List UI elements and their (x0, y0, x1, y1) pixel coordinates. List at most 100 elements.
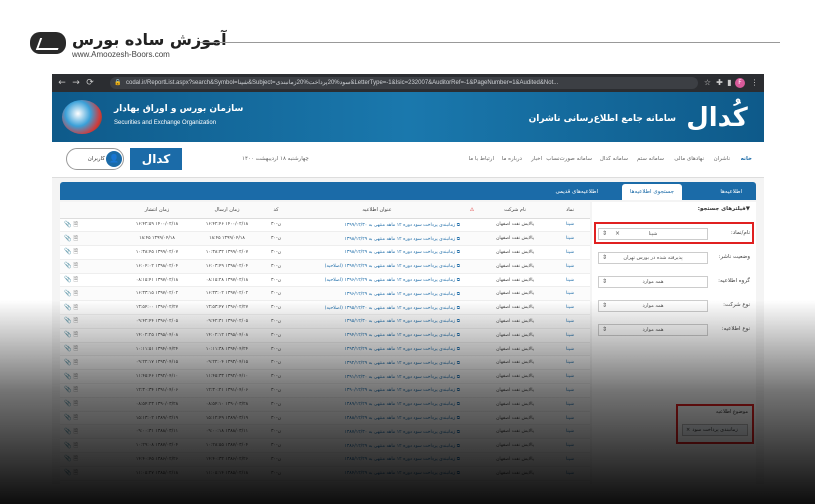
table-row[interactable]: شپنا پالایش نفت اصفهان ⧉ زمانبندی پرداخت س… (60, 424, 590, 440)
row-title-link[interactable]: ⧉ زمانبندی پرداخت سود دوره ۱۲ ماهه منتهی… (290, 328, 464, 343)
row-symbol[interactable]: شپنا (550, 397, 590, 412)
pdf-icon[interactable]: 🗎 (73, 442, 78, 449)
row-symbol[interactable]: شپنا (550, 383, 590, 398)
attachment-icon[interactable]: 📎 (64, 331, 71, 338)
row-title-link[interactable]: ⧉ زمانبندی پرداخت سود دوره ۱۲ ماهه منتهی… (290, 245, 464, 260)
row-title-link[interactable]: ⧉ زمانبندی پرداخت سود دوره ۱۲ ماهه منتهی… (290, 342, 464, 357)
row-title-link[interactable]: ⧉ زمانبندی پرداخت سود دوره ۱۲ ماهه منتهی… (290, 369, 464, 385)
pdf-icon[interactable]: 🗎 (73, 276, 78, 283)
tab-old-announcements[interactable]: اطلاعیه‌های قدیمی (547, 184, 606, 200)
row-title-link[interactable]: ⧉ زمانبندی پرداخت سود دوره ۱۲ ماهه منتهی… (290, 383, 464, 398)
letter-type-select[interactable]: ⇕ همه موارد (598, 324, 708, 336)
nav-contact[interactable]: ارتباط با ما (469, 156, 494, 162)
row-symbol[interactable]: شپنا (550, 314, 590, 329)
attachment-icon[interactable]: 📎 (64, 400, 71, 407)
row-symbol[interactable]: شپنا (550, 300, 590, 316)
table-row[interactable]: شپنا پالایش نفت اصفهان ⧉ زمانبندی پرداخت س… (60, 328, 590, 343)
table-row[interactable]: شپنا پالایش نفت اصفهان ⧉ زمانبندی پرداخت س… (60, 397, 590, 412)
row-title-link[interactable]: ⧉ زمانبندی پرداخت سود دوره ۱۲ ماهه منتهی… (290, 218, 464, 233)
row-title-link[interactable]: ⧉ زمانبندی پرداخت سود دوره ۱۲ ماهه منتهی… (290, 452, 464, 467)
row-symbol[interactable]: شپنا (550, 273, 590, 288)
subject-filter[interactable]: موضوع اطلاعیه × زمانبندی پرداخت سود (676, 404, 754, 444)
attachment-icon[interactable]: 📎 (64, 304, 71, 311)
pdf-icon[interactable]: 🗎 (73, 290, 78, 297)
row-symbol[interactable]: شپنا (550, 218, 590, 233)
attachment-icon[interactable]: 📎 (64, 373, 71, 380)
sidepanel-icon[interactable]: ▮ (724, 77, 735, 89)
attachment-icon[interactable]: 📎 (64, 235, 71, 242)
menu-icon[interactable]: ⋮ (749, 77, 760, 89)
row-title-link[interactable]: ⧉ زمانبندی پرداخت سود دوره ۱۲ ماهه منتهی… (290, 273, 464, 288)
subject-chip[interactable]: × زمانبندی پرداخت سود (682, 424, 748, 436)
row-title-link[interactable]: ⧉ زمانبندی پرداخت سود دوره ۱۲ ماهه منتهی… (290, 231, 464, 247)
nav-codal[interactable]: سامانه کدال (600, 156, 628, 162)
row-symbol[interactable]: شپنا (550, 328, 590, 343)
nav-financial[interactable]: نهادهای مالی (674, 156, 704, 162)
nav-home[interactable]: خانه (741, 156, 752, 162)
row-symbol[interactable]: شپنا (550, 424, 590, 440)
nav-about[interactable]: درباره ما (502, 156, 522, 162)
nav-news[interactable]: اخبار (531, 156, 542, 162)
reload-icon[interactable]: ⟳ (84, 76, 96, 90)
row-symbol[interactable]: شپنا (550, 369, 590, 385)
pdf-icon[interactable]: 🗎 (73, 345, 78, 352)
table-row[interactable]: شپنا پالایش نفت اصفهان ⧉ زمانبندی پرداخت س… (60, 286, 590, 302)
star-icon[interactable]: ☆ (702, 77, 713, 89)
table-row[interactable]: شپنا پالایش نفت اصفهان ⧉ زمانبندی پرداخت س… (60, 438, 590, 454)
forward-icon[interactable]: → (70, 76, 82, 90)
pdf-icon[interactable]: 🗎 (73, 317, 78, 324)
pdf-icon[interactable]: 🗎 (73, 304, 78, 311)
remove-icon[interactable]: × (686, 425, 690, 435)
row-title-link[interactable]: ⧉ زمانبندی پرداخت سود دوره ۱۲ ماهه منتهی… (290, 314, 464, 329)
table-row[interactable]: شپنا پالایش نفت اصفهان ⧉ زمانبندی پرداخت س… (60, 383, 590, 398)
attachment-icon[interactable]: 📎 (64, 414, 71, 421)
company-type-select[interactable]: ⇕ همه موارد (598, 300, 708, 312)
table-row[interactable]: شپنا پالایش نفت اصفهان ⧉ زمانبندی پرداخت س… (60, 245, 590, 260)
row-title-link[interactable]: ⧉ زمانبندی پرداخت سود دوره ۱۲ ماهه منتهی… (290, 259, 464, 274)
attachment-icon[interactable]: 📎 (64, 290, 71, 297)
group-select[interactable]: ⇕ همه موارد (598, 276, 708, 288)
attachment-icon[interactable]: 📎 (64, 386, 71, 393)
table-row[interactable]: شپنا پالایش نفت اصفهان ⧉ زمانبندی پرداخت س… (60, 314, 590, 329)
address-bar[interactable]: codal.ir/ReportList.aspx?search&Symbol=ش… (110, 77, 698, 89)
nav-publishers[interactable]: ناشران (714, 156, 730, 162)
pdf-icon[interactable]: 🗎 (73, 414, 78, 421)
row-title-link[interactable]: ⧉ زمانبندی پرداخت سود دوره ۱۲ ماهه منتهی… (290, 286, 464, 302)
row-symbol[interactable]: شپنا (550, 466, 590, 481)
pdf-icon[interactable]: 🗎 (73, 400, 78, 407)
table-row[interactable]: شپنا پالایش نفت اصفهان ⧉ زمانبندی پرداخت س… (60, 300, 590, 316)
pdf-icon[interactable]: 🗎 (73, 248, 78, 255)
row-title-link[interactable]: ⧉ زمانبندی پرداخت سود دوره ۱۲ ماهه منتهی… (290, 411, 464, 426)
tab-announcements[interactable]: اطلاعیه‌ها (712, 184, 750, 200)
row-title-link[interactable]: ⧉ زمانبندی پرداخت سود دوره ۱۲ ماهه منتهی… (290, 300, 464, 316)
pdf-icon[interactable]: 🗎 (73, 235, 78, 242)
pdf-icon[interactable]: 🗎 (73, 359, 78, 366)
pdf-icon[interactable]: 🗎 (73, 331, 78, 338)
tab-search[interactable]: جستجوی اطلاعیه‌ها (621, 184, 682, 200)
row-title-link[interactable]: ⧉ زمانبندی پرداخت سود دوره ۱۲ ماهه منتهی… (290, 355, 464, 371)
attachment-icon[interactable]: 📎 (64, 248, 71, 255)
table-row[interactable]: شپنا پالایش نفت اصفهان ⧉ زمانبندی پرداخت س… (60, 369, 590, 385)
nav-statements[interactable]: سامانه صورت‌نساب (546, 156, 592, 162)
attachment-icon[interactable]: 📎 (64, 262, 71, 269)
attachment-icon[interactable]: 📎 (64, 469, 71, 476)
table-row[interactable]: شپنا پالایش نفت اصفهان ⧉ زمانبندی پرداخت س… (60, 342, 590, 357)
back-icon[interactable]: ← (56, 76, 68, 90)
attachment-icon[interactable]: 📎 (64, 455, 71, 462)
attachment-icon[interactable]: 📎 (64, 345, 71, 352)
pdf-icon[interactable]: 🗎 (73, 386, 78, 393)
attachment-icon[interactable]: 📎 (64, 428, 71, 435)
table-row[interactable]: شپنا پالایش نفت اصفهان ⧉ زمانبندی پرداخت س… (60, 466, 590, 481)
table-row[interactable]: شپنا پالایش نفت اصفهان ⧉ زمانبندی پرداخت س… (60, 273, 590, 288)
attachment-icon[interactable]: 📎 (64, 359, 71, 366)
row-symbol[interactable]: شپنا (550, 355, 590, 371)
table-row[interactable]: شپنا پالایش نفت اصفهان ⧉ زمانبندی پرداخت س… (60, 231, 590, 247)
row-symbol[interactable]: شپنا (550, 438, 590, 454)
row-title-link[interactable]: ⧉ زمانبندی پرداخت سود دوره ۱۲ ماهه منتهی… (290, 466, 464, 481)
table-row[interactable]: شپنا پالایش نفت اصفهان ⧉ زمانبندی پرداخت س… (60, 411, 590, 426)
row-symbol[interactable]: شپنا (550, 452, 590, 467)
row-title-link[interactable]: ⧉ زمانبندی پرداخت سود دوره ۱۲ ماهه منتهی… (290, 424, 464, 440)
profile-avatar[interactable]: F (735, 78, 745, 88)
pdf-icon[interactable]: 🗎 (73, 373, 78, 380)
table-row[interactable]: شپنا پالایش نفت اصفهان ⧉ زمانبندی پرداخت س… (60, 259, 590, 274)
